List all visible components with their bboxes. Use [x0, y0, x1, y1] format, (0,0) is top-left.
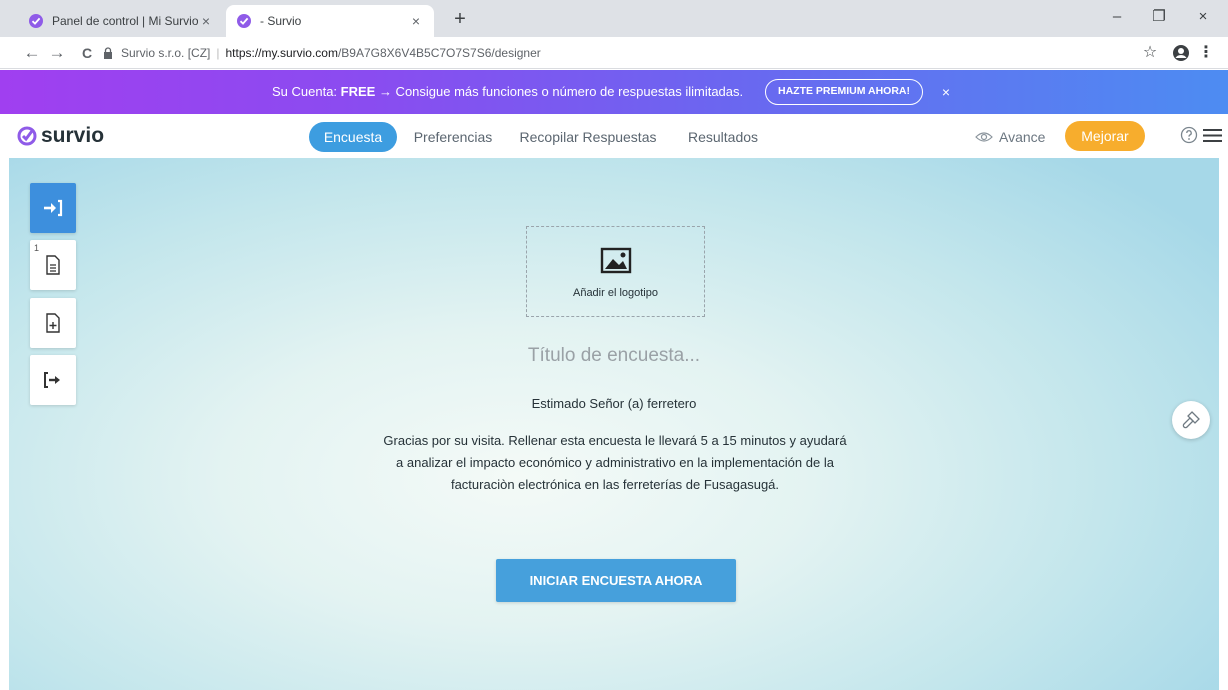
app-header: survio Encuesta Preferencias Recopilar R…: [0, 114, 1228, 158]
add-logo-label: Añadir el logotipo: [572, 287, 658, 299]
browser-tab-strip: Panel de control | Mi Survio × - Survio …: [0, 0, 1228, 37]
description-line: facturaciòn electrónica en las ferreterí…: [450, 477, 780, 492]
sidebar-item-add-page[interactable]: [30, 298, 76, 348]
address-separator: |: [216, 46, 220, 60]
reload-button[interactable]: C: [76, 41, 98, 65]
start-survey-button[interactable]: INICIAR ENCUESTA AHORA: [496, 559, 736, 602]
description-line: a analizar el impacto económico y admini…: [396, 455, 834, 470]
survey-subtitle[interactable]: Estimado Señor (a) ferretero: [9, 396, 1219, 411]
help-icon[interactable]: [1180, 126, 1198, 144]
hamburger-menu-icon[interactable]: [1203, 128, 1222, 143]
sidebar-item-page-1[interactable]: 1: [30, 240, 76, 290]
survey-canvas: 1 Añadir el logotipo Título de encuesta.…: [9, 158, 1219, 690]
add-page-icon: [46, 313, 60, 333]
tab-encuesta[interactable]: Encuesta: [309, 122, 397, 152]
plan-name: FREE: [340, 84, 376, 99]
banner-message: Su Cuenta: FREE → Consigue más funciones…: [272, 84, 744, 99]
preview-label: Avance: [999, 129, 1046, 145]
minimize-button[interactable]: –: [1105, 6, 1129, 28]
exit-icon: [44, 372, 60, 388]
enter-icon: [44, 199, 63, 217]
browser-tab-dashboard[interactable]: Panel de control | Mi Survio ×: [18, 5, 224, 37]
survio-favicon-icon: [237, 14, 251, 28]
page-number: 1: [34, 243, 40, 253]
browser-tab-survio[interactable]: - Survio ×: [226, 5, 434, 37]
preview-button[interactable]: Avance: [975, 122, 1045, 152]
go-premium-button[interactable]: HAZTE PREMIUM AHORA!: [765, 79, 923, 105]
tab-preferencias[interactable]: Preferencias: [405, 122, 501, 152]
tab-close-icon[interactable]: ×: [408, 13, 424, 29]
image-icon: [600, 247, 632, 274]
star-icon[interactable]: ☆: [1140, 41, 1160, 65]
design-brush-button[interactable]: [1172, 401, 1210, 439]
new-tab-button[interactable]: +: [448, 8, 472, 30]
survio-favicon-icon: [29, 14, 43, 28]
tab-close-icon[interactable]: ×: [198, 13, 214, 29]
restore-button[interactable]: ❐: [1147, 6, 1171, 28]
tab-resultados[interactable]: Resultados: [678, 122, 768, 152]
lock-icon: [104, 47, 112, 59]
address-bar[interactable]: Survio s.r.o. [CZ] | https://my.survio.c…: [103, 41, 1103, 65]
tab-recopilar-respuestas[interactable]: Recopilar Respuestas: [512, 122, 664, 152]
upgrade-button[interactable]: Mejorar: [1065, 121, 1145, 151]
banner-close-icon[interactable]: ×: [938, 82, 954, 102]
back-button[interactable]: ←: [21, 41, 43, 65]
eye-icon: [975, 132, 993, 142]
url-path: /B9A7G8X6V4B5C7O7S7S6/designer: [337, 46, 541, 60]
survey-description[interactable]: Gracias por su visita. Rellenar esta enc…: [349, 430, 881, 496]
description-line: Gracias por su visita. Rellenar esta enc…: [383, 433, 847, 448]
logo-text: survio: [41, 124, 105, 147]
tab-title: - Survio: [260, 14, 302, 28]
browser-toolbar: ← → C Survio s.r.o. [CZ] | https://my.su…: [0, 37, 1228, 69]
survio-logo[interactable]: survio: [17, 122, 104, 150]
forward-button[interactable]: →: [46, 41, 68, 65]
window-close-button[interactable]: ×: [1191, 6, 1215, 28]
add-logo-area[interactable]: Añadir el logotipo: [526, 226, 705, 317]
url-host: https://my.survio.com: [225, 46, 338, 60]
account-icon[interactable]: [1172, 44, 1190, 62]
premium-banner: Su Cuenta: FREE → Consigue más funciones…: [0, 70, 1228, 114]
paint-brush-icon: [1182, 411, 1200, 429]
survio-logo-icon: [17, 126, 37, 146]
page-icon: [46, 255, 60, 275]
survey-title[interactable]: Título de encuesta...: [9, 345, 1219, 367]
sidebar-item-intro[interactable]: [30, 183, 76, 233]
kebab-menu-icon[interactable]: ⋮: [1196, 41, 1216, 65]
tab-title: Panel de control | Mi Survio: [52, 14, 198, 28]
site-identity: Survio s.r.o. [CZ]: [121, 46, 211, 60]
